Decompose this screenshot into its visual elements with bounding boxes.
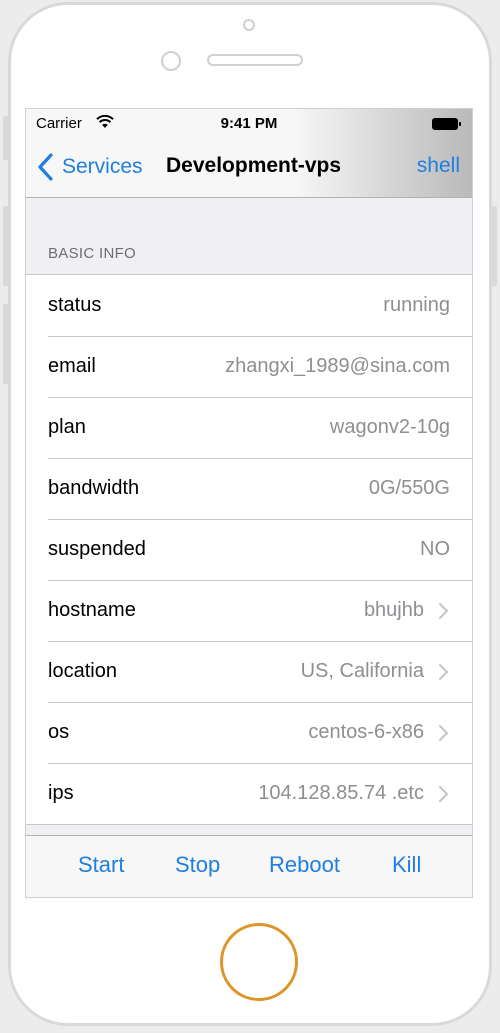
chevron-right-icon	[438, 663, 449, 680]
row-key-label: hostname	[48, 599, 136, 621]
chevron-left-icon	[38, 153, 53, 181]
row-key-label: email	[48, 355, 96, 377]
info-row-hostname[interactable]: hostname bhujhb	[26, 580, 472, 641]
navigation-bar: Carrier 9:41 PM Services Development-vps…	[26, 109, 472, 198]
row-value: 104.128.85.74 .etc	[258, 782, 424, 804]
row-key-label: location	[48, 660, 117, 682]
info-row-status: status running	[26, 275, 472, 336]
mute-switch	[3, 116, 9, 160]
info-row-suspended: suspended NO	[26, 519, 472, 580]
start-button[interactable]: Start	[78, 852, 124, 878]
row-value: US, California	[300, 660, 424, 682]
row-value: centos-6-x86	[308, 721, 424, 743]
info-row-email: email zhangxi_1989@sina.com	[26, 336, 472, 397]
app-screen: Carrier 9:41 PM Services Development-vps…	[25, 108, 473, 898]
home-button[interactable]	[220, 923, 298, 1001]
shell-button[interactable]: shell	[417, 154, 460, 178]
info-row-location[interactable]: location US, California	[26, 641, 472, 702]
row-key-label: bandwidth	[48, 477, 140, 499]
row-key-label: suspended	[48, 538, 146, 560]
page-title: Development-vps	[166, 154, 342, 177]
info-row-os[interactable]: os centos-6-x86	[26, 702, 472, 763]
back-button[interactable]: Services	[36, 151, 143, 183]
kill-button[interactable]: Kill	[392, 852, 421, 878]
battery-icon	[432, 118, 461, 130]
row-value: 0G/550G	[368, 477, 450, 499]
row-value: NO	[420, 538, 450, 560]
row-key-label: ips	[48, 782, 74, 804]
row-value: zhangxi_1989@sina.com	[225, 355, 450, 377]
back-button-label: Services	[62, 155, 143, 178]
volume-down-button	[3, 304, 9, 384]
chevron-right-icon	[438, 785, 449, 802]
row-key-label: status	[48, 294, 102, 316]
volume-up-button	[3, 206, 9, 286]
status-time: 9:41 PM	[220, 115, 278, 132]
info-row-plan: plan wagonv2-10g	[26, 397, 472, 458]
status-bar: Carrier 9:41 PM	[26, 109, 472, 139]
chevron-right-icon	[438, 602, 449, 619]
row-key-label: os	[48, 721, 70, 743]
top-sensor-dot	[243, 19, 255, 31]
row-value: bhujhb	[363, 599, 424, 621]
power-button	[491, 206, 497, 286]
row-key-label: plan	[48, 416, 86, 438]
info-row-ips[interactable]: ips 104.128.85.74 .etc	[26, 763, 472, 824]
info-row-bandwidth: bandwidth 0G/550G	[26, 458, 472, 519]
chevron-right-icon	[438, 724, 449, 741]
row-value: wagonv2-10g	[329, 416, 450, 438]
earpiece-speaker	[207, 54, 303, 66]
basic-info-table: status running email zhangxi_1989@sina.comp…	[26, 274, 472, 825]
bottom-toolbar: Start Stop Reboot Kill	[26, 835, 472, 897]
reboot-button[interactable]: Reboot	[269, 852, 340, 878]
row-value: running	[383, 294, 450, 316]
front-camera	[161, 51, 181, 71]
section-header-basic-info: BASIC INFO	[48, 245, 137, 262]
stop-button[interactable]: Stop	[175, 852, 220, 878]
